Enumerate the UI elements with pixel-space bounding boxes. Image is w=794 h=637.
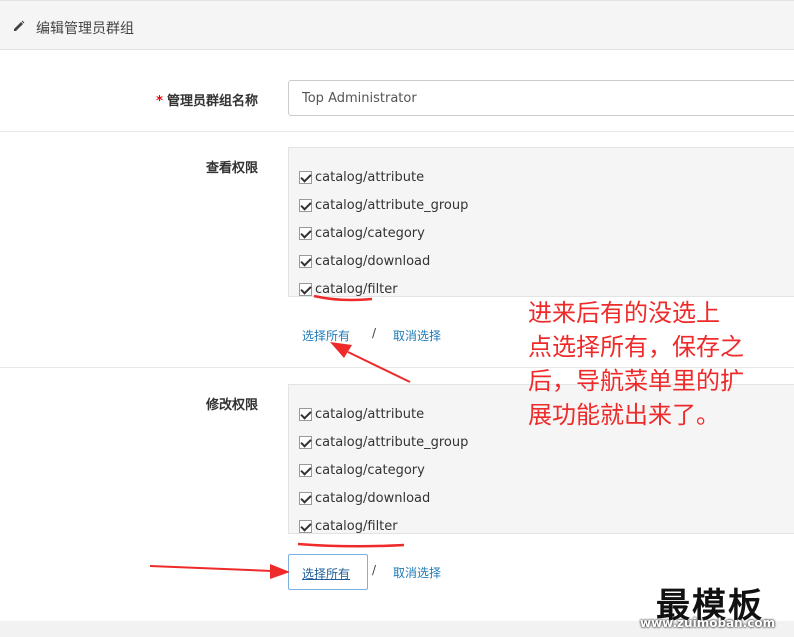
checkbox-checked-icon[interactable] [299, 519, 312, 533]
annotation-line: 点选择所有，保存之 [528, 333, 744, 361]
view-permission-item-label: catalog/filter [315, 281, 398, 297]
view-permission-label: 查看权限 [205, 161, 258, 176]
checkbox-checked-icon[interactable] [299, 407, 312, 421]
required-marker: * [156, 94, 163, 109]
view-permission-item-label: catalog/download [315, 253, 431, 269]
modify-permission-item[interactable]: catalog/attribute_group [299, 431, 468, 453]
annotation-line: 进来后有的没选上 [528, 299, 720, 327]
group-name-label: * 管理员群组名称 [156, 90, 258, 109]
divider [0, 131, 794, 132]
pencil-icon [14, 20, 25, 31]
view-select-all-link[interactable]: 选择所有 [302, 327, 350, 344]
view-permission-item[interactable]: catalog/attribute [299, 166, 424, 188]
checkbox-checked-icon[interactable] [299, 226, 312, 240]
modify-select-all-label[interactable]: 选择所有 [302, 565, 350, 582]
modify-permission-item-label: catalog/attribute [315, 406, 425, 422]
view-permission-item-label: catalog/attribute [315, 169, 425, 185]
view-permission-list[interactable]: catalog/attribute catalog/attribute_grou… [288, 147, 794, 297]
checkbox-checked-icon[interactable] [299, 435, 312, 449]
modify-permission-item-label: catalog/download [315, 490, 431, 506]
panel-title: 编辑管理员群组 [36, 21, 134, 37]
view-permission-item[interactable]: catalog/attribute_group [299, 194, 468, 216]
watermark-url: www.zuimoban.com [640, 616, 776, 630]
panel-heading: 编辑管理员群组 [0, 0, 794, 50]
modify-permission-item-label: catalog/attribute_group [315, 434, 469, 450]
view-deselect-all-link[interactable]: 取消选择 [393, 327, 441, 344]
checkbox-checked-icon[interactable] [299, 463, 312, 477]
modify-deselect-all-link[interactable]: 取消选择 [393, 564, 441, 581]
checkbox-checked-icon[interactable] [299, 491, 312, 505]
modify-permission-item[interactable]: catalog/category [299, 459, 425, 481]
modify-permission-item[interactable]: catalog/download [299, 487, 430, 509]
annotation-line: 展功能就出来了。 [528, 401, 720, 429]
view-permission-item[interactable]: catalog/filter [299, 278, 398, 297]
modify-permission-label: 修改权限 [205, 398, 258, 413]
view-permission-item-label: catalog/category [315, 225, 425, 241]
view-permission-item[interactable]: catalog/category [299, 222, 425, 244]
checkbox-checked-icon[interactable] [299, 254, 312, 268]
modify-permission-item[interactable]: catalog/attribute [299, 403, 424, 425]
modify-permission-item-label: catalog/filter [315, 518, 398, 534]
checkbox-checked-icon[interactable] [299, 170, 312, 184]
checkbox-checked-icon[interactable] [299, 282, 312, 296]
group-name-input[interactable] [288, 80, 794, 116]
group-name-label-text: 管理员群组名称 [166, 94, 258, 109]
annotation-note: 进来后有的没选上 点选择所有，保存之 后，导航菜单里的扩 展功能就出来了。 [528, 296, 794, 432]
view-permission-item[interactable]: catalog/download [299, 250, 430, 272]
link-separator: / [372, 563, 377, 577]
modify-permission-item[interactable]: catalog/filter [299, 515, 398, 534]
checkbox-checked-icon[interactable] [299, 198, 312, 212]
link-separator: / [372, 326, 377, 340]
view-permission-item-label: catalog/attribute_group [315, 197, 469, 213]
modify-permission-item-label: catalog/category [315, 462, 425, 478]
annotation-line: 后，导航菜单里的扩 [528, 367, 744, 395]
modify-select-all-button[interactable]: 选择所有 [288, 554, 368, 590]
